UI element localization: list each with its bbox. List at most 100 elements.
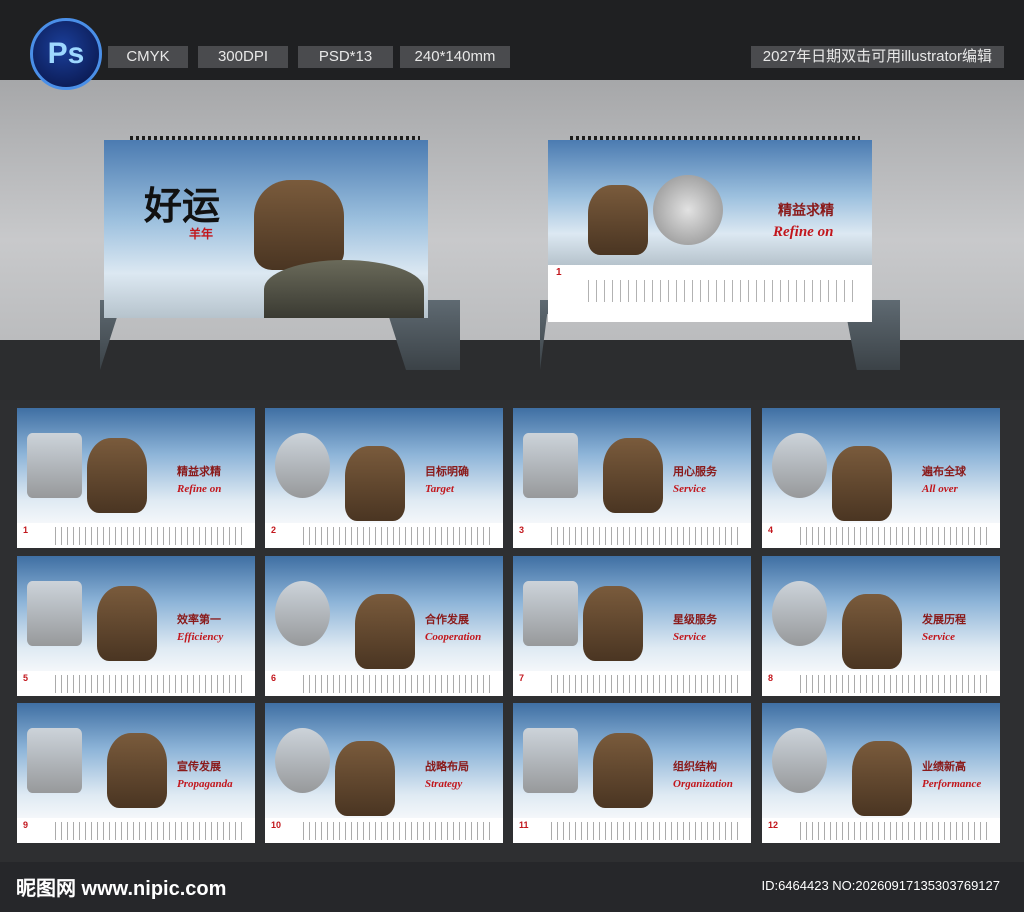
month-title-cn: 星级服务 xyxy=(673,614,717,626)
format-tag: CMYK xyxy=(108,46,188,68)
month-number: 3 xyxy=(519,525,525,535)
month-thumbnail: 业绩新高 Performance 12 xyxy=(762,703,1000,843)
animal-image xyxy=(852,741,912,816)
month-thumbnail: 战略布局 Strategy 10 xyxy=(265,703,503,843)
month-title-cn: 业绩新高 xyxy=(922,761,966,773)
month-thumbnail: 组织结构 Organization 11 xyxy=(513,703,751,843)
month-thumbnail: 精益求精 Refine on 1 xyxy=(17,408,255,548)
month-title-en: Service xyxy=(673,631,706,643)
cover-subtitle: 羊年 xyxy=(189,227,214,241)
month-title-en: Performance xyxy=(922,778,982,790)
date-grid xyxy=(303,675,495,693)
format-tag: 240*140mm xyxy=(400,46,510,68)
animal-image xyxy=(97,586,157,661)
animal-image xyxy=(335,741,395,816)
format-tag: 300DPI xyxy=(198,46,288,68)
month-number: 8 xyxy=(768,673,774,683)
animal-image xyxy=(832,446,892,521)
month-title-cn: 合作发展 xyxy=(425,614,469,626)
month-title-en: Target xyxy=(425,483,454,495)
animal-image xyxy=(593,733,653,808)
date-grid xyxy=(551,527,743,545)
rock-image xyxy=(264,260,424,318)
animal-image xyxy=(345,446,405,521)
month-title-cn: 用心服务 xyxy=(673,466,717,478)
month-number: 11 xyxy=(519,820,529,830)
month-number: 9 xyxy=(23,820,29,830)
month-title-cn: 精益求精 xyxy=(177,466,221,478)
theme-object-image xyxy=(27,728,82,793)
month-title-cn: 目标明确 xyxy=(425,466,469,478)
month-title-en: Refine on xyxy=(773,224,834,240)
calendar-month-page: 精益求精 Refine on 1 xyxy=(548,140,872,322)
photoshop-icon: Ps xyxy=(30,18,102,90)
theme-object-image xyxy=(772,433,827,498)
date-grid xyxy=(55,527,247,545)
gear-image xyxy=(653,175,723,245)
month-thumbnail: 效率第一 Efficiency 5 xyxy=(17,556,255,696)
top-bar xyxy=(0,0,1024,80)
month-title-en: Refine on xyxy=(177,483,222,495)
theme-object-image xyxy=(275,581,330,646)
animal-image xyxy=(583,586,643,661)
ibex-image xyxy=(254,180,344,270)
date-grid xyxy=(800,822,992,840)
site-logo: 昵图网 www.nipic.com xyxy=(16,878,227,900)
date-grid xyxy=(303,527,495,545)
month-title-en: Service xyxy=(922,631,955,643)
theme-object-image xyxy=(275,728,330,793)
month-title-cn: 战略布局 xyxy=(425,761,469,773)
date-grid xyxy=(800,527,992,545)
month-thumbnail: 发展历程 Service 8 xyxy=(762,556,1000,696)
theme-object-image xyxy=(275,433,330,498)
month-number: 12 xyxy=(768,820,779,830)
month-title-en: Cooperation xyxy=(425,631,482,643)
theme-object-image xyxy=(27,433,82,498)
month-thumbnail: 宣传发展 Propaganda 9 xyxy=(17,703,255,843)
theme-object-image xyxy=(27,581,82,646)
theme-object-image xyxy=(772,581,827,646)
month-title-cn: 精益求精 xyxy=(778,204,834,219)
theme-object-image xyxy=(523,728,578,793)
month-number: 10 xyxy=(271,820,282,830)
month-thumbnail: 星级服务 Service 7 xyxy=(513,556,751,696)
image-id: ID:6464423 NO:20260917135303769127 xyxy=(761,878,1000,893)
month-title-cn: 发展历程 xyxy=(922,614,966,626)
animal-image xyxy=(355,594,415,669)
theme-object-image xyxy=(772,728,827,793)
month-number: 1 xyxy=(23,525,29,535)
month-title-en: All over xyxy=(922,483,958,495)
animal-image xyxy=(603,438,663,513)
animal-image xyxy=(107,733,167,808)
animal-image xyxy=(87,438,147,513)
calendar-cover: 好运 羊年 xyxy=(104,140,428,318)
theme-object-image xyxy=(523,433,578,498)
month-thumbnail: 用心服务 Service 3 xyxy=(513,408,751,548)
date-grid xyxy=(303,822,495,840)
ibex-image xyxy=(588,185,648,255)
edit-note: 2027年日期双击可用illustrator编辑 xyxy=(750,46,1004,68)
date-grid xyxy=(551,675,743,693)
format-tag: PSD*13 xyxy=(298,46,393,68)
month-thumbnail: 遍布全球 All over 4 xyxy=(762,408,1000,548)
month-title-en: Service xyxy=(673,483,706,495)
month-title-cn: 效率第一 xyxy=(177,614,221,626)
date-grid xyxy=(588,280,858,302)
animal-image xyxy=(842,594,902,669)
month-thumbnail: 目标明确 Target 2 xyxy=(265,408,503,548)
month-number: 5 xyxy=(23,673,29,683)
date-grid xyxy=(551,822,743,840)
month-title-cn: 宣传发展 xyxy=(177,761,221,773)
cover-title: 好运 xyxy=(144,186,221,228)
month-number: 7 xyxy=(519,673,525,683)
month-number: 2 xyxy=(271,525,277,535)
date-grid xyxy=(55,822,247,840)
month-title-en: Efficiency xyxy=(177,631,224,643)
month-title-en: Propaganda xyxy=(177,778,233,790)
month-number: 4 xyxy=(768,525,774,535)
month-title-cn: 组织结构 xyxy=(673,761,717,773)
month-thumbnail: 合作发展 Cooperation 6 xyxy=(265,556,503,696)
month-number: 1 xyxy=(556,267,562,278)
date-grid xyxy=(800,675,992,693)
theme-object-image xyxy=(523,581,578,646)
